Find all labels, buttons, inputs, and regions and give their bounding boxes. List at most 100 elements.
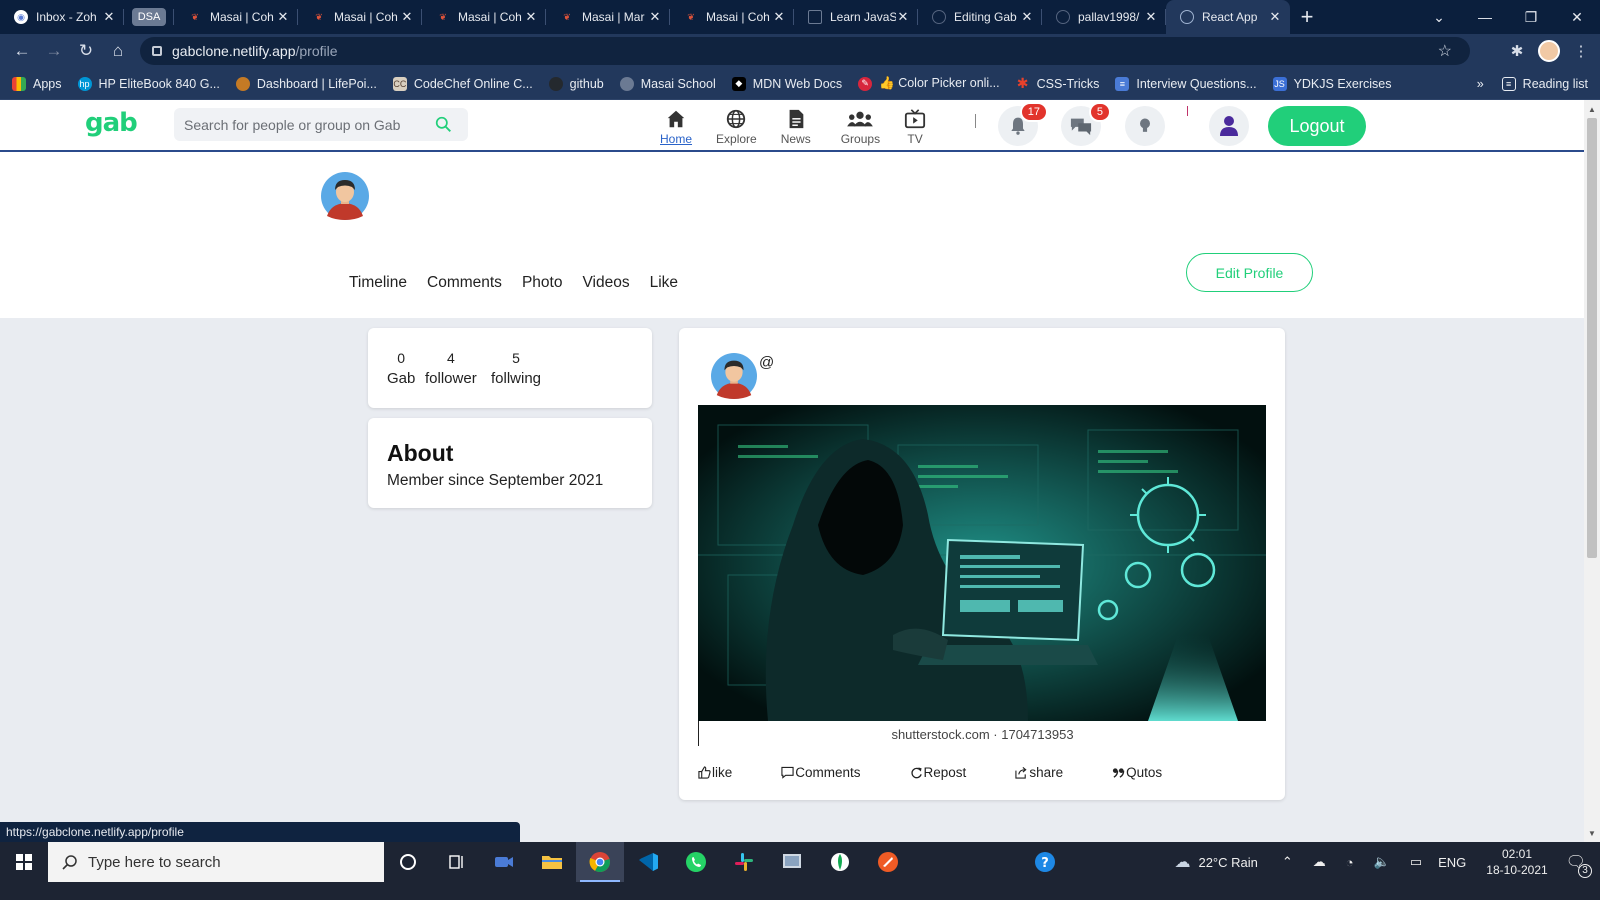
taskbar-app-vscode[interactable] xyxy=(624,842,672,882)
messages-button[interactable]: 5 xyxy=(1061,102,1111,146)
close-tab-icon[interactable]: ✕ xyxy=(1268,9,1282,25)
close-tab-icon[interactable]: ✕ xyxy=(772,9,786,25)
new-tab-button[interactable]: + xyxy=(1290,0,1324,34)
help-button[interactable]: ? xyxy=(1021,842,1069,882)
stat-following[interactable]: 5 follwing xyxy=(491,350,541,387)
taskbar-app-snip[interactable] xyxy=(768,842,816,882)
logout-button[interactable]: Logout xyxy=(1268,106,1366,146)
task-view-button[interactable] xyxy=(432,842,480,882)
taskbar-app-slack[interactable] xyxy=(720,842,768,882)
close-tab-icon[interactable]: ✕ xyxy=(648,9,662,25)
share-button[interactable]: share xyxy=(1015,765,1063,780)
weather-widget[interactable]: ☁ 22°C Rain xyxy=(1174,852,1257,872)
bookmark-item[interactable]: JS YDKJS Exercises xyxy=(1272,76,1392,91)
nav-home[interactable]: Home xyxy=(660,108,692,146)
scroll-thumb[interactable] xyxy=(1587,118,1597,558)
account-button[interactable] xyxy=(1209,106,1249,146)
tab-group-dsa[interactable]: DSA xyxy=(124,0,174,34)
edit-profile-button[interactable]: Edit Profile xyxy=(1186,253,1313,292)
reading-list-button[interactable]: ≡ Reading list xyxy=(1501,76,1588,91)
bookmark-item[interactable]: hp HP EliteBook 840 G... xyxy=(77,76,220,91)
taskbar-app-chrome[interactable] xyxy=(576,842,624,882)
bookmarks-overflow-button[interactable]: » xyxy=(1477,77,1484,91)
taskbar-app-camera[interactable] xyxy=(480,842,528,882)
scroll-down-arrow[interactable]: ▼ xyxy=(1584,826,1600,842)
bookmark-star-icon[interactable]: ☆ xyxy=(1438,41,1452,61)
url-field[interactable]: gabclone.netlify.app/profile ☆ xyxy=(140,37,1470,65)
browser-tab-active[interactable]: React App ✕ xyxy=(1166,0,1290,34)
close-tab-icon[interactable]: ✕ xyxy=(896,9,910,25)
scroll-up-arrow[interactable]: ▲ xyxy=(1584,102,1600,118)
search-icon[interactable] xyxy=(435,116,452,133)
comments-button[interactable]: Comments xyxy=(781,765,861,780)
wifi-icon[interactable]: ◔ xyxy=(1346,855,1354,870)
browser-tab[interactable]: pallav1998/ ✕ xyxy=(1042,0,1166,34)
menu-icon[interactable]: ⋮ xyxy=(1570,42,1592,60)
reload-button[interactable]: ↻ xyxy=(70,35,102,67)
bookmark-item[interactable]: CC CodeChef Online C... xyxy=(392,76,533,91)
taskbar-app-whatsapp[interactable] xyxy=(672,842,720,882)
taskbar-app-mongodb[interactable] xyxy=(816,842,864,882)
ideas-button[interactable] xyxy=(1125,106,1165,146)
tab-like[interactable]: Like xyxy=(650,274,678,292)
stat-gab[interactable]: 0 Gab xyxy=(387,350,415,387)
language-indicator[interactable]: ENG xyxy=(1438,855,1466,870)
tray-chevron-icon[interactable]: ⌃ xyxy=(1282,854,1293,870)
volume-icon[interactable]: 🔈 xyxy=(1374,854,1390,870)
extensions-icon[interactable]: ✱ xyxy=(1506,42,1528,60)
bookmark-item[interactable]: ✱ CSS-Tricks xyxy=(1016,75,1100,91)
nav-groups[interactable]: Groups xyxy=(841,108,880,146)
profile-avatar[interactable] xyxy=(321,172,369,220)
cortana-button[interactable] xyxy=(384,842,432,882)
stat-follower[interactable]: 4 follower xyxy=(425,350,477,387)
search-input[interactable] xyxy=(174,108,424,141)
battery-icon[interactable]: ▭ xyxy=(1410,854,1422,870)
tab-videos[interactable]: Videos xyxy=(582,274,629,292)
browser-tab[interactable]: ◉ Inbox - Zoh ✕ xyxy=(0,0,124,34)
notifications-button[interactable]: 17 xyxy=(998,102,1048,146)
bookmark-apps[interactable]: Apps xyxy=(12,76,62,91)
close-tab-icon[interactable]: ✕ xyxy=(276,9,290,25)
post-author-handle[interactable]: @ xyxy=(759,354,774,371)
bookmark-item[interactable]: github xyxy=(548,76,604,91)
post-image[interactable] xyxy=(698,405,1266,721)
browser-tab[interactable]: ❦ Masai | Coh ✕ xyxy=(422,0,546,34)
taskbar-search[interactable]: Type here to search xyxy=(48,842,384,882)
browser-tab[interactable]: ❦ Masai | Coh ✕ xyxy=(670,0,794,34)
like-button[interactable]: like xyxy=(698,765,732,780)
bookmark-item[interactable]: ≡ Interview Questions... xyxy=(1115,76,1257,91)
action-center-button[interactable]: 🗨 3 xyxy=(1566,852,1592,878)
repost-button[interactable]: Repost xyxy=(910,765,966,780)
tab-timeline[interactable]: Timeline xyxy=(349,274,407,292)
bookmark-item[interactable]: ✎ 👍 Color Picker onli... xyxy=(858,76,1000,91)
close-tab-icon[interactable]: ✕ xyxy=(524,9,538,25)
close-tab-icon[interactable]: ✕ xyxy=(1020,9,1034,25)
close-tab-icon[interactable]: ✕ xyxy=(400,9,414,25)
browser-tab[interactable]: Editing Gab ✕ xyxy=(918,0,1042,34)
close-tab-icon[interactable]: ✕ xyxy=(102,9,116,25)
onedrive-icon[interactable]: ☁ xyxy=(1313,854,1326,870)
minimize-icon[interactable]: — xyxy=(1462,0,1508,34)
taskbar-app-postman[interactable] xyxy=(864,842,912,882)
close-tab-icon[interactable]: ✕ xyxy=(1144,9,1158,25)
lock-icon[interactable] xyxy=(152,46,162,56)
nav-explore[interactable]: Explore xyxy=(716,108,757,146)
browser-tab[interactable]: ❦ Masai | Coh ✕ xyxy=(174,0,298,34)
browser-tab[interactable]: Learn JavaS ✕ xyxy=(794,0,918,34)
nav-news[interactable]: News xyxy=(781,108,811,146)
quotes-button[interactable]: Qutos xyxy=(1112,765,1162,780)
nav-tv[interactable]: TV xyxy=(904,108,926,146)
close-window-icon[interactable]: ✕ xyxy=(1554,0,1600,34)
clock[interactable]: 02:01 18-10-2021 xyxy=(1486,846,1547,878)
restore-icon[interactable]: ❐ xyxy=(1508,0,1554,34)
bookmark-item[interactable]: ◆ MDN Web Docs xyxy=(731,76,842,91)
home-button[interactable]: ⌂ xyxy=(102,35,134,67)
post-author-avatar[interactable] xyxy=(711,353,757,399)
forward-button[interactable]: → xyxy=(38,35,70,67)
tab-comments[interactable]: Comments xyxy=(427,274,502,292)
gab-logo[interactable]: gab xyxy=(85,108,138,138)
browser-tab[interactable]: ❦ Masai | Mar ✕ xyxy=(546,0,670,34)
back-button[interactable]: ← xyxy=(6,35,38,67)
bookmark-item[interactable]: Masai School xyxy=(619,76,716,91)
tab-search-icon[interactable]: ⌄ xyxy=(1416,0,1462,34)
